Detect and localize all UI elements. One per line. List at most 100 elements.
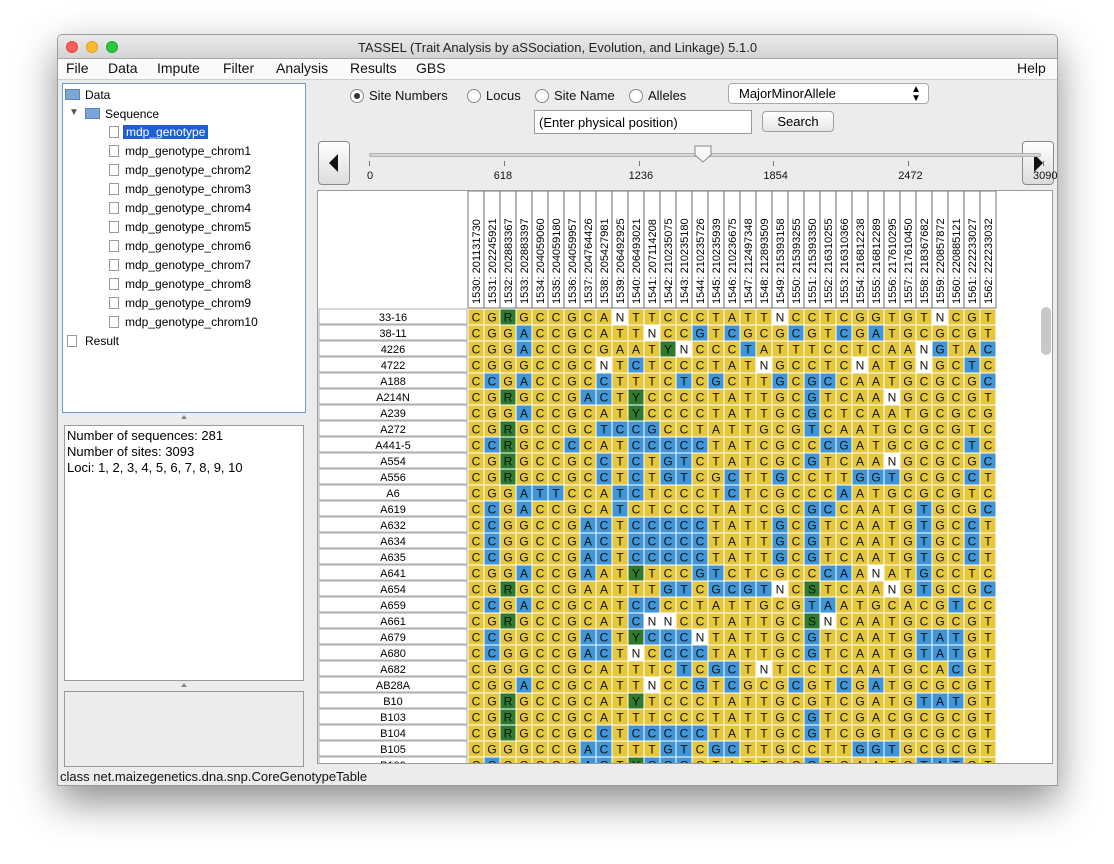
- genotype-call: G: [807, 679, 816, 693]
- slider-thumb[interactable]: [694, 145, 712, 163]
- scroll-left-button[interactable]: [318, 141, 350, 185]
- genotype-call: C: [664, 487, 673, 501]
- genotype-call: T: [648, 503, 656, 517]
- genotype-call: T: [744, 615, 752, 629]
- tree-item-mdp_genotype_chrom4[interactable]: mdp_genotype_chrom4: [125, 201, 251, 215]
- genotype-table[interactable]: 1530: 201131730 1531: 202245921 1532: 2028…: [317, 190, 1053, 764]
- genotype-call: G: [759, 599, 768, 613]
- genotype-call: C: [536, 583, 545, 597]
- radio-site-numbers[interactable]: Site Numbers: [350, 88, 448, 103]
- genotype-call: C: [792, 727, 801, 741]
- expand-triangle-icon[interactable]: ▼: [69, 107, 79, 118]
- tree-item-mdp_genotype_chrom2[interactable]: mdp_genotype_chrom2: [125, 163, 251, 177]
- menu-gbs[interactable]: GBS: [416, 60, 446, 76]
- tree-root-data[interactable]: Data: [85, 88, 110, 102]
- genotype-call: T: [920, 695, 928, 709]
- radio-alleles[interactable]: Alleles: [629, 88, 686, 103]
- tree-folder-sequence[interactable]: Sequence: [105, 107, 159, 121]
- slider-tick-label: 3090: [1033, 170, 1058, 182]
- splitter-handle[interactable]: [62, 415, 306, 422]
- genotype-call: T: [712, 727, 720, 741]
- tree-item-mdp_genotype_chrom7[interactable]: mdp_genotype_chrom7: [125, 258, 251, 272]
- genotype-call: T: [744, 455, 752, 469]
- genotype-call: T: [600, 423, 608, 437]
- taxon-name: A556: [380, 472, 406, 484]
- tree-item-mdp_genotype_chrom5[interactable]: mdp_genotype_chrom5: [125, 220, 251, 234]
- genotype-call: C: [488, 503, 497, 517]
- genotype-call: A: [600, 711, 608, 725]
- genotype-call: G: [487, 663, 496, 677]
- menu-impute[interactable]: Impute: [157, 60, 200, 76]
- genotype-call: A: [584, 391, 592, 405]
- site-header-label: 1560: 220885121: [951, 218, 963, 304]
- genotype-call: N: [920, 359, 929, 373]
- genotype-call: T: [824, 311, 832, 325]
- genotype-call: C: [952, 471, 961, 485]
- genotype-call: G: [935, 343, 944, 357]
- genotype-call: G: [807, 391, 816, 405]
- menu-filter[interactable]: Filter: [223, 60, 254, 76]
- menu-results[interactable]: Results: [350, 60, 397, 76]
- genotype-call: T: [728, 423, 736, 437]
- genotype-call: T: [984, 647, 992, 661]
- site-header-label: 1554: 216812238: [855, 218, 867, 304]
- genotype-call: N: [760, 359, 769, 373]
- genotype-call: T: [616, 407, 624, 421]
- genotype-call: T: [744, 727, 752, 741]
- splitter-handle[interactable]: [62, 683, 306, 690]
- genotype-call: G: [967, 743, 976, 757]
- site-header-label: 1559: 220857872: [935, 218, 947, 304]
- genotype-call: C: [984, 487, 993, 501]
- site-header-label: 1540: 206493021: [631, 218, 643, 304]
- radio-locus[interactable]: Locus: [467, 88, 521, 103]
- genotype-call: C: [920, 599, 929, 613]
- genotype-call: G: [503, 375, 512, 389]
- position-input[interactable]: (Enter physical position): [534, 110, 752, 134]
- tree-item-selected[interactable]: mdp_genotype: [123, 125, 209, 139]
- menu-help[interactable]: Help: [1017, 60, 1046, 76]
- taxon-name: B104: [380, 728, 406, 740]
- genotype-call: A: [856, 455, 864, 469]
- genotype-call: C: [680, 423, 689, 437]
- radio-site-name[interactable]: Site Name: [535, 88, 615, 103]
- genotype-call: A: [600, 311, 608, 325]
- genotype-call: A: [600, 599, 608, 613]
- tree-item-mdp_genotype_chrom1[interactable]: mdp_genotype_chrom1: [125, 144, 251, 158]
- genotype-call: G: [487, 695, 496, 709]
- genotype-call: C: [584, 407, 593, 421]
- genotype-call: T: [616, 391, 624, 405]
- genotype-call: G: [775, 535, 784, 549]
- genotype-call: C: [472, 471, 481, 485]
- data-tree[interactable]: Data ▼ Sequence mdp_genotype mdp_genotyp…: [62, 83, 306, 413]
- window-title: TASSEL (Trait Analysis by aSSociation, E…: [357, 40, 758, 55]
- vertical-scrollbar[interactable]: [1041, 307, 1051, 355]
- search-button[interactable]: Search: [762, 111, 834, 132]
- genotype-call: C: [568, 487, 577, 501]
- menu-data[interactable]: Data: [108, 60, 138, 76]
- tree-item-mdp_genotype_chrom9[interactable]: mdp_genotype_chrom9: [125, 296, 251, 310]
- genotype-call: G: [775, 647, 784, 661]
- genotype-call: C: [696, 663, 705, 677]
- genotype-call: G: [871, 599, 880, 613]
- site-header-label: 1531: 202245921: [487, 218, 499, 304]
- genotype-call: C: [968, 471, 977, 485]
- menu-file[interactable]: File: [66, 60, 89, 76]
- genotype-call: C: [664, 647, 673, 661]
- genotype-call: T: [616, 711, 624, 725]
- genotype-call: G: [775, 695, 784, 709]
- tree-item-result[interactable]: Result: [85, 334, 119, 348]
- genotype-call: T: [744, 487, 752, 501]
- site-header-label: 1548: 212893509: [759, 218, 771, 304]
- color-mode-select[interactable]: MajorMinorAllele ▲ ▼: [728, 83, 929, 104]
- menu-analysis[interactable]: Analysis: [276, 60, 328, 76]
- genotype-call: G: [935, 375, 944, 389]
- genotype-call: T: [712, 487, 720, 501]
- tree-item-mdp_genotype_chrom8[interactable]: mdp_genotype_chrom8: [125, 277, 251, 291]
- tree-item-mdp_genotype_chrom10[interactable]: mdp_genotype_chrom10: [125, 315, 258, 329]
- tree-item-mdp_genotype_chrom3[interactable]: mdp_genotype_chrom3: [125, 182, 251, 196]
- tree-item-mdp_genotype_chrom6[interactable]: mdp_genotype_chrom6: [125, 239, 251, 253]
- genotype-call: T: [616, 375, 624, 389]
- genotype-call: C: [600, 647, 609, 661]
- genotype-call: C: [552, 343, 561, 357]
- genotype-call: C: [952, 327, 961, 341]
